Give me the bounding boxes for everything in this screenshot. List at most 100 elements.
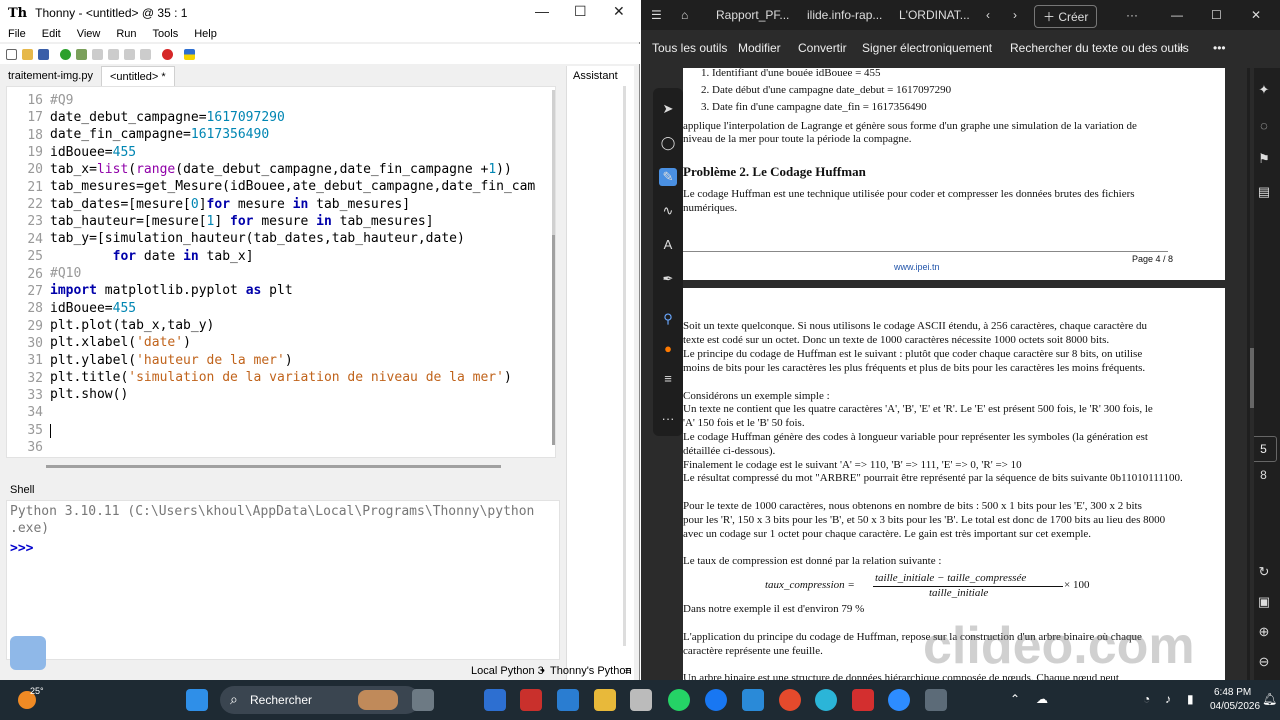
menu-file[interactable]: File xyxy=(0,26,34,42)
zoom-out-icon[interactable]: ⊖ xyxy=(1256,654,1272,670)
edge-icon[interactable] xyxy=(815,689,837,711)
word-icon[interactable] xyxy=(742,689,764,711)
shell-console[interactable]: Python 3.10.11 (C:\Users\khoul\AppData\L… xyxy=(6,500,560,660)
sign-button[interactable]: Signer électroniquement xyxy=(862,41,992,55)
status-menu-icon[interactable]: ≡ xyxy=(625,665,631,677)
editor-scrollbar-thumb[interactable] xyxy=(552,235,555,445)
volume-icon[interactable]: ♪ xyxy=(1165,692,1171,706)
interpreter-status[interactable]: Local Python 3 xyxy=(471,665,544,677)
comment-icon[interactable]: ◯ xyxy=(659,134,677,152)
task-view-icon[interactable] xyxy=(412,689,434,711)
whatsapp-icon[interactable] xyxy=(668,689,690,711)
chevron-left-icon[interactable]: ‹ xyxy=(986,8,990,22)
messenger-icon[interactable] xyxy=(705,689,727,711)
editor-hscrollbar[interactable] xyxy=(46,465,501,468)
pages-icon[interactable]: ▤ xyxy=(1256,184,1272,200)
more-options-icon[interactable]: ••• xyxy=(1213,41,1226,55)
comment-panel-icon[interactable]: ◌ xyxy=(1256,118,1272,134)
highlight-icon[interactable]: ✎ xyxy=(659,168,677,186)
edit-button[interactable]: Modifier xyxy=(738,41,781,55)
bookmark-icon[interactable]: ⚑ xyxy=(1256,151,1272,167)
menu-icon[interactable]: ☰ xyxy=(651,8,662,22)
step-out-icon[interactable] xyxy=(124,48,135,60)
search-icon[interactable]: ⌕ xyxy=(1178,41,1185,56)
clock-time[interactable]: 6:48 PM xyxy=(1214,687,1251,698)
assistant-tab[interactable]: Assistant xyxy=(573,70,618,82)
code-editor[interactable]: 16 17 18 19 20 21 22 23 24 25 26 27 28 29 30 31 32 33 34 35… xyxy=(6,86,556,458)
search-tools-button[interactable]: Rechercher du texte ou des outils xyxy=(1010,41,1189,55)
menu-help[interactable]: Help xyxy=(186,26,225,42)
onedrive-icon[interactable]: ☁ xyxy=(1036,692,1048,706)
debug-icon[interactable] xyxy=(76,48,87,60)
convert-button[interactable]: Convertir xyxy=(798,41,847,55)
page-number-box[interactable]: 5 xyxy=(1250,436,1277,462)
footer-link[interactable]: www.ipei.tn xyxy=(894,261,940,275)
battery-icon[interactable]: ▮ xyxy=(1187,692,1194,706)
maximize-icon[interactable]: ☐ xyxy=(574,3,587,20)
maximize-icon[interactable]: ☐ xyxy=(1211,8,1222,22)
outlook-icon[interactable] xyxy=(557,689,579,711)
shell-tab[interactable]: Shell xyxy=(10,484,34,496)
more-icon[interactable]: ··· xyxy=(659,410,677,428)
close-icon[interactable]: ✕ xyxy=(1251,8,1261,22)
save-icon[interactable] xyxy=(38,48,49,60)
menu-tools[interactable]: Tools xyxy=(145,26,187,42)
chevron-right-icon[interactable]: › xyxy=(1013,8,1017,22)
text-box-icon[interactable]: A xyxy=(659,236,677,254)
color-icon[interactable]: ● xyxy=(659,340,677,358)
zoom-in-icon[interactable]: ⊕ xyxy=(1256,624,1272,640)
pdf-text: Considérons un exemple simple : xyxy=(683,390,830,402)
assistant-scrollbar[interactable] xyxy=(623,86,626,646)
browser-tab[interactable]: ilide.info-rap... xyxy=(807,8,882,22)
ai-assistant-icon[interactable]: ✦ xyxy=(1256,82,1272,98)
cursor-icon[interactable]: ➤ xyxy=(659,100,677,118)
thonny-taskbar-icon[interactable] xyxy=(925,689,947,711)
app-icon[interactable] xyxy=(484,689,506,711)
save-page-icon[interactable]: ▣ xyxy=(1256,594,1272,610)
home-icon[interactable]: ⌂ xyxy=(681,8,688,22)
draw-icon[interactable]: ∿ xyxy=(659,202,677,220)
stop-icon[interactable] xyxy=(162,48,173,60)
taskbar-search[interactable]: ⌕ Rechercher xyxy=(220,686,420,714)
floating-app-icon[interactable] xyxy=(10,636,46,670)
interpreter-name[interactable]: Thonny's Python xyxy=(550,665,632,677)
tab-untitled[interactable]: <untitled> * xyxy=(100,66,175,86)
pdf-text: Le résultat compressé du mot "ARBRE" pou… xyxy=(683,472,1183,484)
step-into-icon[interactable] xyxy=(108,48,119,60)
lines-icon[interactable]: ≡ xyxy=(659,370,677,388)
step-over-icon[interactable] xyxy=(92,48,103,60)
minimize-icon[interactable]: — xyxy=(1171,8,1183,22)
browser-tab[interactable]: L'ORDINAT... xyxy=(899,8,970,22)
close-icon[interactable]: ✕ xyxy=(613,3,625,20)
wps-icon[interactable] xyxy=(779,689,801,711)
chevron-up-icon[interactable]: ⌃ xyxy=(1010,692,1020,706)
notification-icon[interactable]: 🔔︎ xyxy=(1262,692,1277,706)
minimize-icon[interactable]: — xyxy=(535,3,549,19)
acrobat-icon[interactable] xyxy=(852,689,874,711)
ukraine-flag-icon[interactable] xyxy=(184,48,195,60)
sign-icon[interactable]: ✒ xyxy=(659,270,677,288)
pdf-scrollbar-thumb[interactable] xyxy=(1250,348,1254,408)
line-number: 16 xyxy=(27,93,43,108)
refresh-icon[interactable]: ↻ xyxy=(1256,564,1272,580)
new-file-icon[interactable] xyxy=(6,48,17,60)
open-file-icon[interactable] xyxy=(22,48,33,60)
pin-icon[interactable]: ⚲ xyxy=(659,310,677,328)
tab-traitement-img[interactable]: traitement-img.py xyxy=(0,66,101,86)
mcafee-icon[interactable] xyxy=(520,689,542,711)
menu-edit[interactable]: Edit xyxy=(34,26,69,42)
app-icon[interactable] xyxy=(630,689,652,711)
menu-view[interactable]: View xyxy=(69,26,109,42)
zoom-icon[interactable] xyxy=(888,689,910,711)
browser-tab[interactable]: Rapport_PF... xyxy=(716,8,789,22)
more-icon[interactable]: ··· xyxy=(1126,8,1138,22)
wifi-icon[interactable]: ◔ xyxy=(1143,692,1150,706)
clock-date[interactable]: 04/05/2026 xyxy=(1210,701,1260,712)
file-explorer-icon[interactable] xyxy=(594,689,616,711)
all-tools-button[interactable]: Tous les outils xyxy=(652,41,727,55)
run-icon[interactable] xyxy=(60,48,71,60)
menu-run[interactable]: Run xyxy=(108,26,144,42)
resume-icon[interactable] xyxy=(140,48,151,60)
create-button[interactable]: ＋ Créer xyxy=(1034,5,1098,28)
windows-start-icon[interactable] xyxy=(186,689,208,711)
